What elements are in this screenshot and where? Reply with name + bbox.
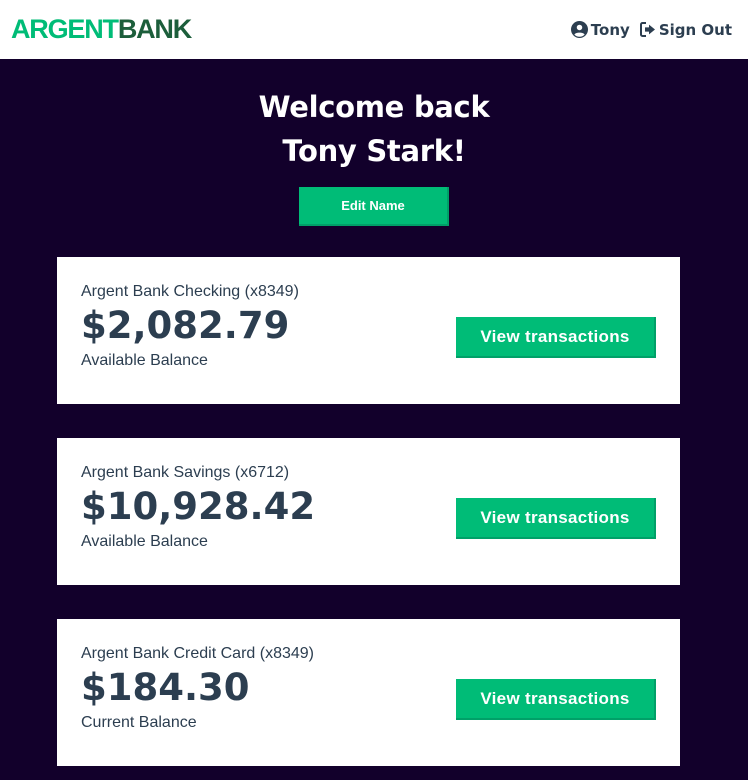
view-transactions-button[interactable]: View transactions: [456, 317, 656, 358]
argent-bank-logo[interactable]: ARGENT BANK: [11, 14, 192, 44]
account-card-savings: Argent Bank Savings (x6712) $10,928.42 A…: [57, 438, 680, 585]
welcome-user-name: Tony Stark!: [282, 134, 466, 168]
logo-text-bank: BANK: [117, 14, 192, 44]
profile-link[interactable]: Tony: [570, 20, 630, 39]
account-title: Argent Bank Credit Card (x8349): [81, 645, 314, 662]
account-card-checking: Argent Bank Checking (x8349) $2,082.79 A…: [57, 257, 680, 404]
main-nav: ARGENT BANK Tony Sign Out: [0, 0, 748, 59]
edit-name-button[interactable]: Edit Name: [299, 187, 449, 226]
sign-out-label: Sign Out: [658, 20, 732, 39]
account-page: Welcome back Tony Stark! Edit Name Argen…: [0, 59, 748, 766]
welcome-line-1: Welcome back: [258, 90, 490, 124]
sign-out-icon: [639, 22, 655, 37]
account-title: Argent Bank Savings (x6712): [81, 464, 290, 481]
account-card-credit: Argent Bank Credit Card (x8349) $184.30 …: [57, 619, 680, 766]
welcome-heading: Welcome back Tony Stark!: [0, 59, 748, 173]
sign-out-link[interactable]: Sign Out: [639, 20, 732, 39]
nav-user-actions: Tony Sign Out: [570, 20, 732, 39]
view-transactions-button[interactable]: View transactions: [456, 498, 656, 539]
logo-text-argent: ARGENT: [11, 14, 119, 44]
profile-link-label: Tony: [590, 20, 630, 39]
view-transactions-button[interactable]: View transactions: [456, 679, 656, 720]
account-title: Argent Bank Checking (x8349): [81, 283, 299, 300]
welcome-header: Welcome back Tony Stark! Edit Name: [0, 59, 748, 226]
user-circle-icon: [570, 21, 588, 38]
